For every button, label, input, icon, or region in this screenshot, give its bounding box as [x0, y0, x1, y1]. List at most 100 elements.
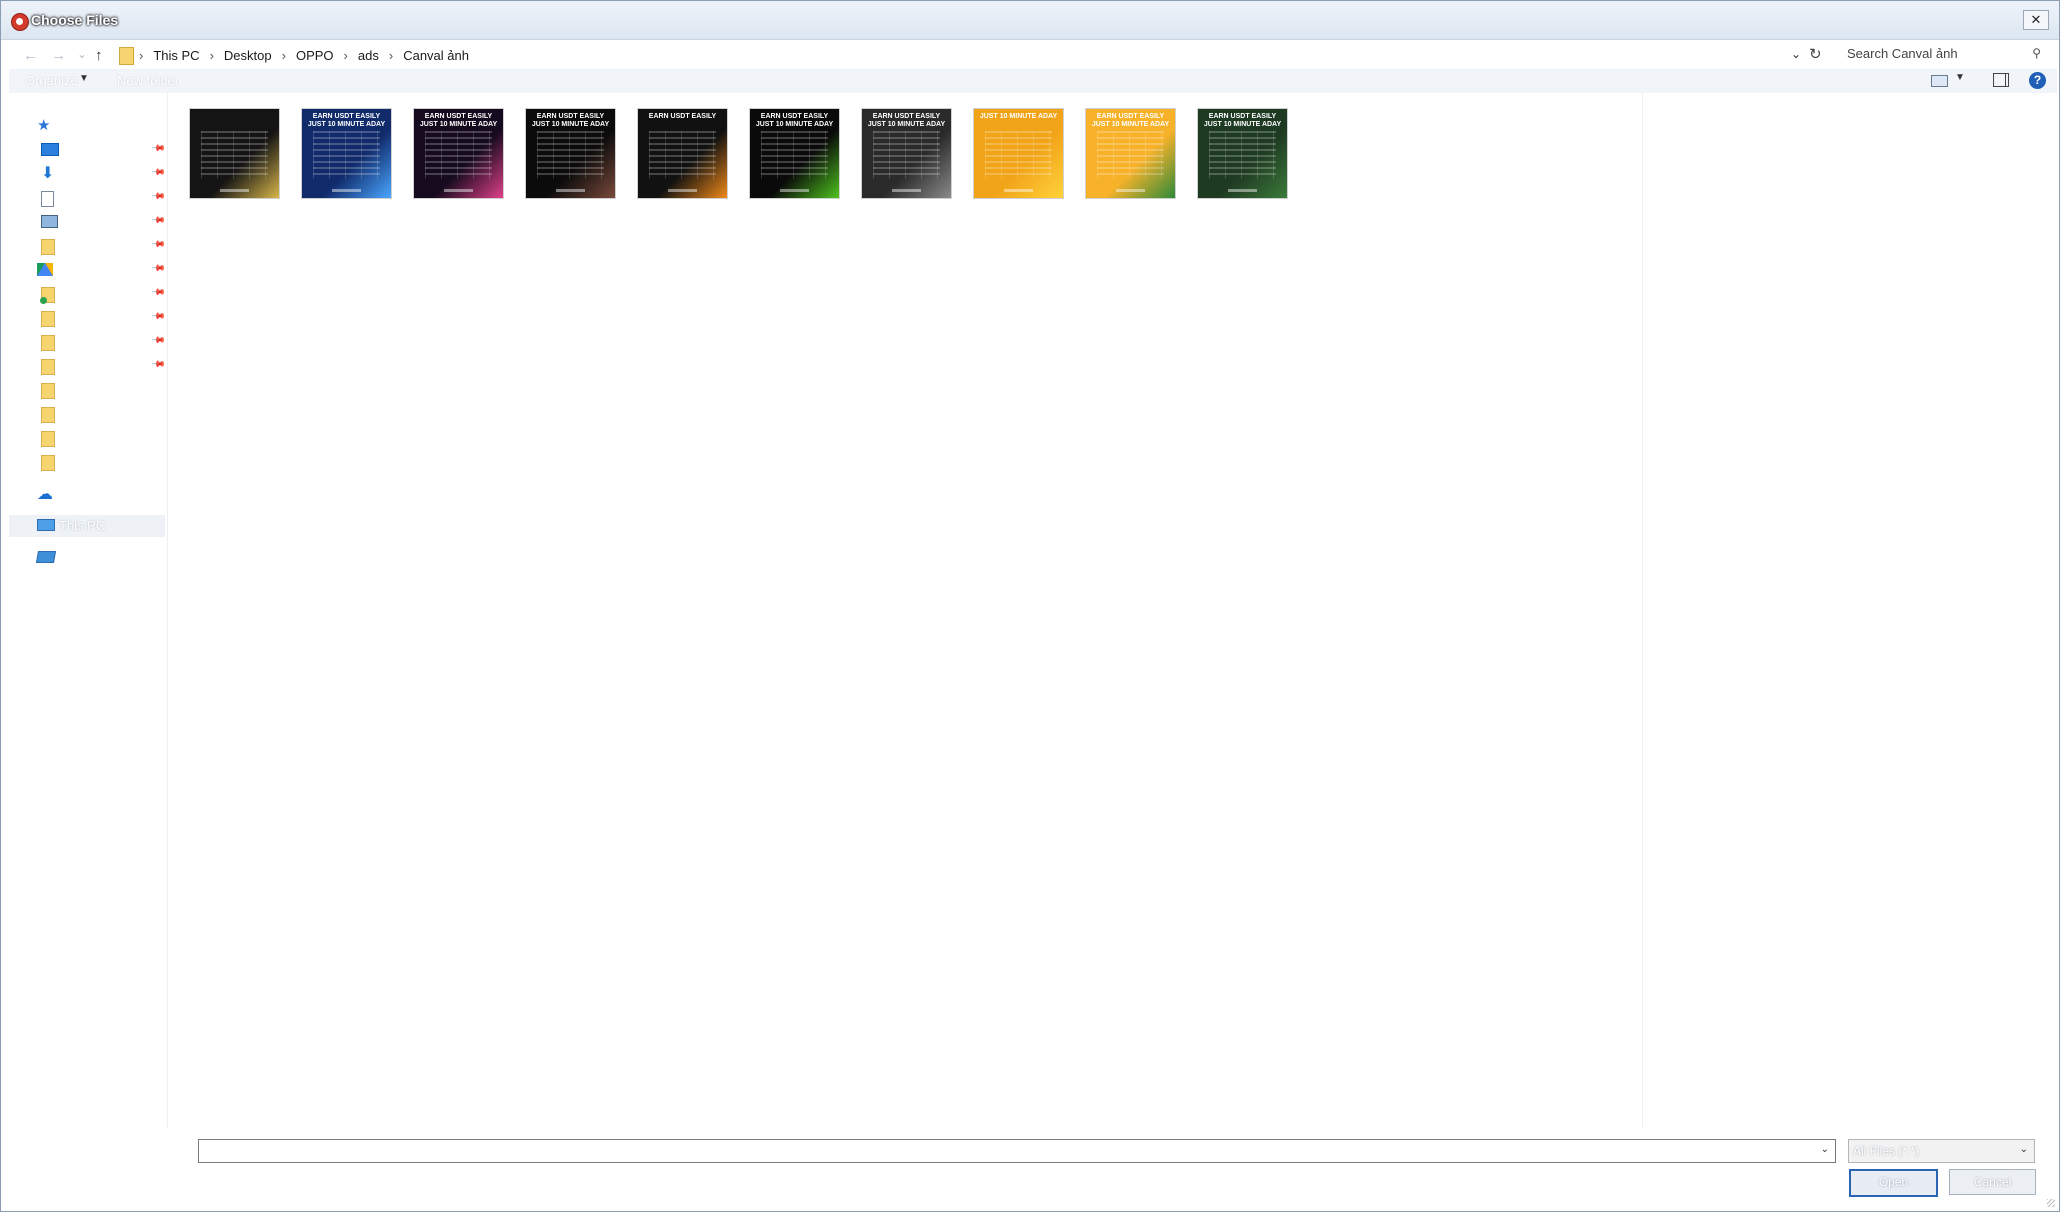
- thumbnail-table-graphic: [1097, 131, 1164, 179]
- file-type-select[interactable]: All Files (*.*) ⌄: [1848, 1139, 2035, 1163]
- file-thumbnail[interactable]: EARN USDT EASILY JUST 10 MINUTE ADAY: [861, 108, 952, 199]
- thumbnail-headline: EARN USDT EASILY JUST 10 MINUTE ADAY: [1091, 113, 1170, 128]
- sidebar-item-quick-access-star[interactable]: ★: [9, 115, 165, 137]
- preview-pane-icon[interactable]: [1993, 73, 2009, 87]
- new-folder-button[interactable]: New folder: [117, 73, 179, 88]
- search-input[interactable]: Search Canval ảnh ⚲: [1837, 43, 2047, 65]
- forward-arrow-icon[interactable]: →: [51, 47, 66, 64]
- help-icon[interactable]: ?: [2029, 72, 2046, 89]
- thumbnail-headline: EARN USDT EASILY: [648, 113, 717, 120]
- sidebar-item-this-pc[interactable]: This PC: [9, 515, 165, 537]
- breadcrumb-desktop[interactable]: Desktop: [224, 48, 272, 63]
- pin-icon: 📌: [151, 284, 167, 300]
- recent-locations-chevron-icon[interactable]: ⌄: [77, 47, 87, 61]
- cancel-button[interactable]: Cancel: [1949, 1169, 2036, 1195]
- thumbnail-table-graphic: [201, 131, 268, 179]
- close-button[interactable]: ✕: [2023, 10, 2049, 30]
- thumbnail-footer-graphic: [220, 189, 249, 192]
- folder-icon: [119, 47, 134, 65]
- sidebar-item-folder[interactable]: 📌: [9, 355, 167, 377]
- sidebar-item-folder[interactable]: 📌: [9, 235, 166, 257]
- folder-icon: [41, 407, 55, 423]
- thumbnail-table-graphic: [873, 131, 940, 179]
- thumbnail-headline: EARN USDT EASILY JUST 10 MINUTE ADAY: [419, 113, 498, 128]
- open-button[interactable]: Open: [1849, 1169, 1938, 1197]
- thumbnail-headline: EARN USDT EASILY JUST 10 MINUTE ADAY: [867, 113, 946, 128]
- sidebar-item-shared-folder[interactable]: 📌: [9, 283, 167, 305]
- refresh-icon[interactable]: ↻: [1809, 45, 1822, 63]
- thumbnail-headline: EARN USDT EASILY JUST 10 MINUTE ADAY: [307, 113, 386, 128]
- breadcrumb-separator: ›: [343, 48, 348, 63]
- command-toolbar: Organize ▼ New folder ▼ ?: [9, 69, 2057, 93]
- thumbnail-table-graphic: [313, 131, 380, 179]
- file-type-chevron-icon: ⌄: [2019, 1144, 2028, 1155]
- up-arrow-icon[interactable]: ↑: [95, 47, 103, 64]
- network-icon: [35, 551, 57, 563]
- back-arrow-icon[interactable]: ←: [23, 47, 38, 64]
- sidebar-item-google-drive[interactable]: 📌: [9, 259, 166, 281]
- sidebar-item-downloads[interactable]: ⬇ 📌: [9, 163, 167, 185]
- thumbnail-footer-graphic: [1228, 189, 1257, 192]
- sidebar-item-desktop[interactable]: 📌: [9, 139, 166, 161]
- change-view-icon[interactable]: [1931, 75, 1948, 87]
- thumbnail-footer-graphic: [780, 189, 809, 192]
- breadcrumb-separator: ›: [281, 48, 286, 63]
- sidebar-item-folder[interactable]: [9, 451, 165, 473]
- sidebar-item-folder[interactable]: 📌: [9, 307, 166, 329]
- pin-icon: 📌: [151, 212, 167, 228]
- thumbnail-headline: EARN USDT EASILY JUST 10 MINUTE ADAY: [531, 113, 610, 128]
- sidebar-item-folder[interactable]: [9, 427, 165, 449]
- resize-grip-icon[interactable]: [2047, 1199, 2055, 1207]
- breadcrumb-oppo[interactable]: OPPO: [296, 48, 334, 63]
- sidebar-item-folder[interactable]: [9, 403, 165, 425]
- search-icon: ⚲: [2032, 46, 2041, 60]
- google-drive-icon: [37, 263, 53, 276]
- pin-icon: 📌: [151, 356, 167, 372]
- breadcrumb-separator: ›: [139, 48, 144, 63]
- sidebar-item-network[interactable]: [9, 547, 165, 569]
- filename-history-chevron-icon[interactable]: ⌄: [1821, 1144, 1829, 1155]
- thumbnail-table-graphic: [1209, 131, 1276, 179]
- organize-button[interactable]: Organize: [25, 73, 78, 88]
- file-thumbnail[interactable]: EARN USDT EASILY JUST 10 MINUTE ADAY: [525, 108, 616, 199]
- shared-folder-icon: [40, 287, 55, 304]
- breadcrumb-separator: ›: [388, 48, 394, 63]
- file-thumbnail[interactable]: [189, 108, 280, 199]
- file-thumbnail[interactable]: EARN USDT EASILY JUST 10 MINUTE ADAY: [301, 108, 392, 199]
- file-thumbnail[interactable]: JUST 10 MINUTE ADAY: [973, 108, 1064, 199]
- sidebar-item-onedrive[interactable]: ☁: [9, 483, 165, 505]
- file-dialog: Choose Files ✕ ← → ⌄ ↑ › This PC › Deskt…: [0, 0, 2060, 1212]
- file-thumbnail[interactable]: EARN USDT EASILY JUST 10 MINUTE ADAY: [1085, 108, 1176, 199]
- dialog-footer: ⌄ All Files (*.*) ⌄ Open Cancel: [1, 1129, 2059, 1211]
- address-dropdown-icon[interactable]: ⌄: [1791, 47, 1801, 61]
- sidebar-item-folder[interactable]: 📌: [9, 331, 166, 353]
- navigation-pane: ★ 📌 ⬇ 📌 📌 📌 📌 📌 📌 📌 📌 📌 ☁ This PC: [9, 93, 168, 1129]
- quick-access-star-icon: ★: [37, 117, 51, 134]
- sidebar-item-pictures[interactable]: 📌: [9, 211, 167, 233]
- view-options-caret-icon[interactable]: ▼: [1955, 72, 1965, 83]
- thumbnail-footer-graphic: [1004, 189, 1033, 192]
- sidebar-item-documents[interactable]: 📌: [9, 187, 166, 209]
- folder-icon: [41, 431, 55, 447]
- pin-icon: 📌: [151, 164, 167, 180]
- breadcrumb-this-pc[interactable]: This PC: [153, 48, 199, 63]
- file-thumbnail[interactable]: EARN USDT EASILY JUST 10 MINUTE ADAY: [413, 108, 504, 199]
- this-pc-icon: [37, 519, 55, 531]
- breadcrumb: › This PC › Desktop › OPPO › ads › Canva…: [139, 48, 469, 63]
- details-pane-divider: [1642, 93, 1643, 1129]
- organize-caret-icon[interactable]: ▼: [79, 73, 89, 84]
- breadcrumb-canval-anh[interactable]: Canval ảnh: [403, 48, 469, 63]
- folder-icon: [41, 311, 55, 327]
- breadcrumb-ads[interactable]: ads: [358, 48, 379, 63]
- pictures-icon: [41, 215, 58, 228]
- sidebar-item-folder[interactable]: [9, 379, 165, 401]
- thumbnail-footer-graphic: [556, 189, 585, 192]
- folder-icon: [41, 239, 55, 255]
- file-thumbnail[interactable]: EARN USDT EASILY: [637, 108, 728, 199]
- file-thumbnail[interactable]: EARN USDT EASILY JUST 10 MINUTE ADAY: [1197, 108, 1288, 199]
- filename-field[interactable]: ⌄: [198, 1139, 1836, 1163]
- thumbnail-headline: EARN USDT EASILY JUST 10 MINUTE ADAY: [1203, 113, 1282, 128]
- file-list-area[interactable]: EARN USDT EASILY JUST 10 MINUTE ADAY EARN…: [168, 93, 1642, 1129]
- thumbnail-footer-graphic: [1116, 189, 1145, 192]
- file-thumbnail[interactable]: EARN USDT EASILY JUST 10 MINUTE ADAY: [749, 108, 840, 199]
